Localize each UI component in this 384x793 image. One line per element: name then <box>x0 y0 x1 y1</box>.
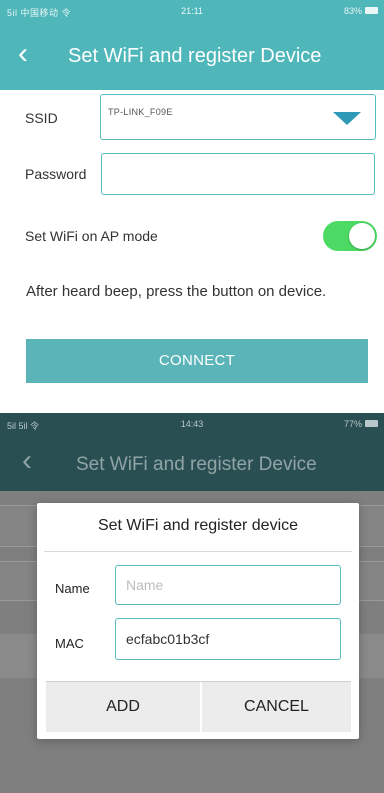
battery-icon <box>365 7 378 14</box>
password-field[interactable] <box>101 153 375 195</box>
ssid-label: SSID <box>25 110 58 126</box>
page-title: Set WiFi and register Device <box>68 45 322 67</box>
cancel-button[interactable]: CANCEL <box>202 682 351 732</box>
name-input[interactable] <box>115 565 341 605</box>
app-bar: ‹ Set WiFi and register Device <box>0 435 384 491</box>
status-bar: 5il 中国移动 令 21:11 83% <box>0 0 384 22</box>
register-device-screen: 5il 5il 令 14:43 77% ‹ Set WiFi and regis… <box>0 413 384 793</box>
connect-button[interactable]: CONNECT <box>26 339 368 383</box>
ssid-dropdown[interactable]: TP-LINK_F09E <box>100 94 376 140</box>
dialog-title: Set WiFi and register device <box>97 517 299 534</box>
instruction-text: After heard beep, press the button on de… <box>26 283 327 300</box>
wifi-setup-screen: 5il 中国移动 令 21:11 83% ‹ Set WiFi and regi… <box>0 0 384 405</box>
toggle-knob <box>349 223 375 249</box>
name-label: Name <box>55 581 90 596</box>
battery-level: 77% <box>343 419 362 429</box>
back-arrow-icon: ‹ <box>22 444 32 477</box>
status-time: 21:11 <box>181 6 203 16</box>
battery-icon <box>365 420 378 427</box>
dialog-actions: ADD CANCEL <box>46 681 351 732</box>
battery-level: 83% <box>343 6 362 16</box>
register-device-dialog: Set WiFi and register device Name MAC AD… <box>37 503 359 739</box>
status-bar: 5il 5il 令 14:43 77% <box>0 413 384 435</box>
mac-input[interactable] <box>115 618 341 660</box>
add-button[interactable]: ADD <box>46 682 200 732</box>
ap-mode-label: Set WiFi on AP mode <box>25 228 158 244</box>
dropdown-arrow-icon <box>333 112 361 125</box>
page-title: Set WiFi and register Device <box>76 454 317 475</box>
password-label: Password <box>25 166 87 182</box>
ssid-selected-value: TP-LINK_F09E <box>108 107 173 117</box>
mac-label: MAC <box>55 636 84 651</box>
ap-mode-toggle[interactable] <box>323 221 377 251</box>
divider <box>44 551 352 552</box>
back-arrow-icon[interactable]: ‹ <box>18 34 28 74</box>
app-bar: ‹ Set WiFi and register Device <box>0 22 384 90</box>
status-time: 14:43 <box>180 419 204 429</box>
